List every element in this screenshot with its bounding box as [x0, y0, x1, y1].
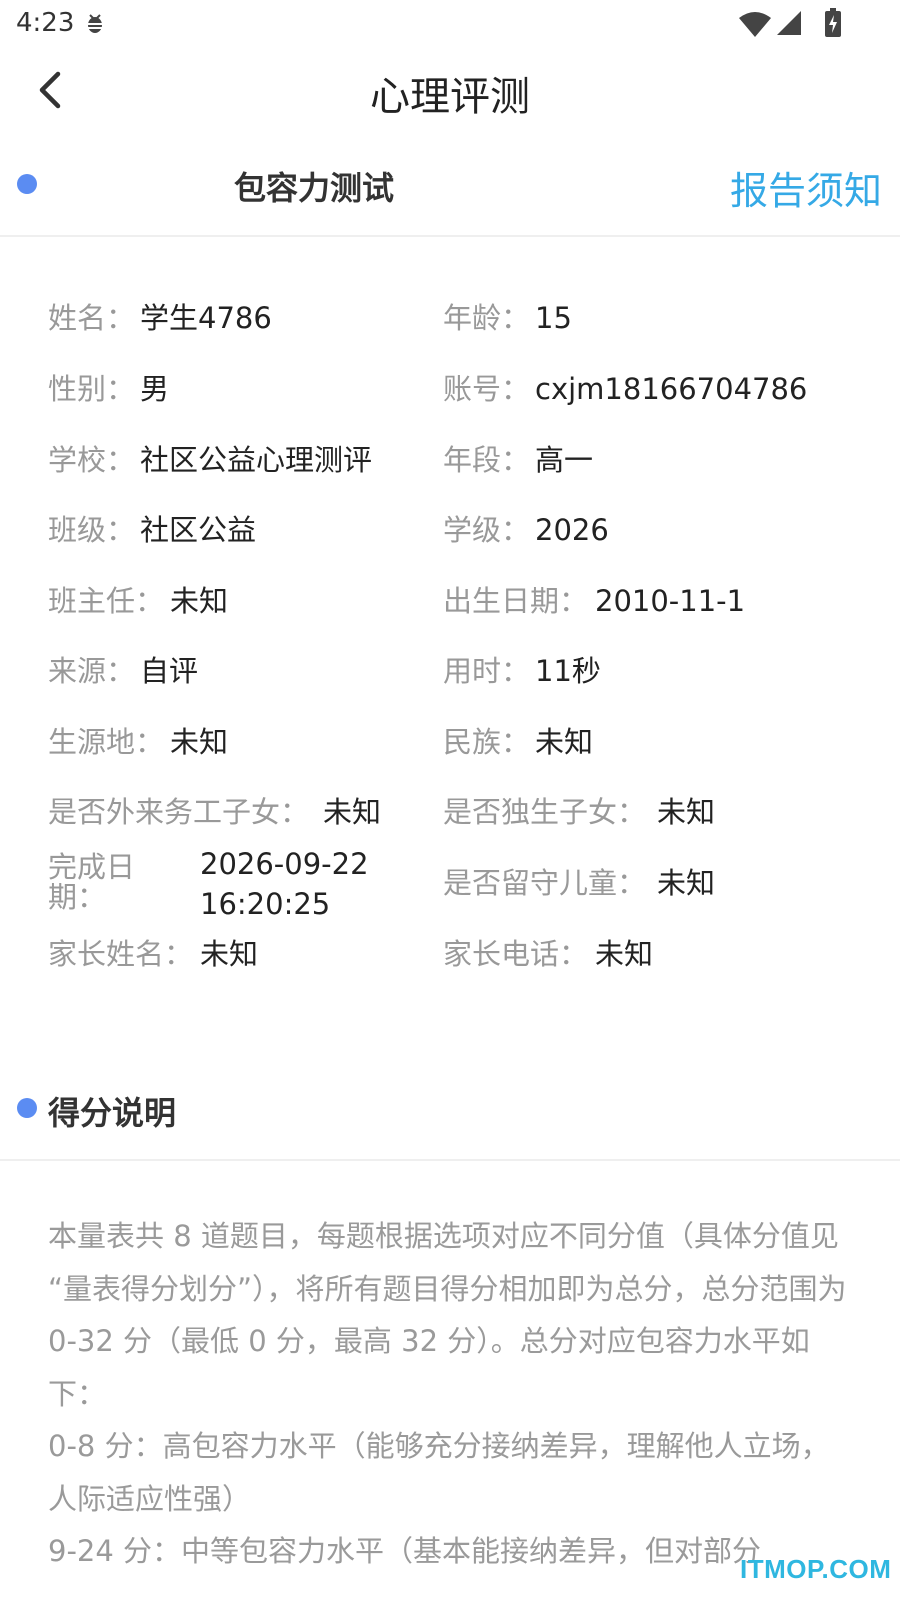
info-value: 未知 [323, 795, 382, 829]
info-label: 是否外来务工子女： [48, 795, 310, 829]
info-value: 自评 [140, 654, 199, 688]
page-title: 心理评测 [370, 74, 530, 120]
score-paragraph: 0-8 分：高包容力水平（能够充分接纳差异，理解他人立场，人际适应性强） [48, 1429, 830, 1516]
wifi-icon [739, 12, 771, 37]
info-label: 生源地： [48, 725, 165, 759]
info-value: 2010-11-1 [595, 584, 746, 618]
divider [0, 235, 900, 237]
signal-icon [777, 11, 801, 35]
test-name: 包容力测试 [234, 169, 395, 207]
info-value: 社区公益 [140, 513, 257, 547]
section-dot [17, 174, 37, 194]
battery-icon [825, 8, 841, 37]
info-value: 未知 [170, 584, 229, 618]
bug-icon [88, 14, 102, 33]
watermark: ITMOP.COM [740, 1554, 892, 1584]
info-value: 15 [535, 301, 572, 335]
info-value: 高一 [535, 443, 594, 477]
info-label: 是否独生子女： [443, 795, 647, 829]
section-dot [17, 1098, 37, 1118]
info-value: 未知 [170, 725, 229, 759]
info-value: 2026 [535, 513, 609, 547]
info-label: 是否留守儿童： [443, 866, 647, 900]
info-label: 学校： [48, 443, 136, 477]
score-paragraph: 本量表共 8 道题目，每题根据选项对应不同分值（具体分值见 “量表得分划分”），… [48, 1219, 847, 1411]
info-label: 学级： [443, 513, 531, 547]
score-explanation-text: 本量表共 8 道题目，每题根据选项对应不同分值（具体分值见 “量表得分划分”），… [48, 1210, 858, 1578]
info-value: 学生4786 [140, 301, 272, 335]
info-label: 来源： [48, 654, 136, 688]
info-label: 年龄： [443, 301, 531, 335]
title-bar: 心理评测 [0, 48, 900, 136]
info-value: 未知 [657, 795, 716, 829]
report-notice-link[interactable]: 报告须知 [730, 160, 882, 215]
info-label: 年段： [443, 443, 531, 477]
info-label: 用时： [443, 654, 531, 688]
info-label: 账号： [443, 372, 531, 406]
score-section-title: 得分说明 [48, 1094, 177, 1132]
info-label: 出生日期： [443, 584, 589, 618]
info-label: 家长姓名： [48, 937, 194, 971]
divider [0, 1159, 900, 1161]
info-value: 社区公益心理测评 [140, 443, 373, 477]
info-value: 男 [140, 372, 170, 406]
info-value: 未知 [535, 725, 594, 759]
info-value: 未知 [595, 937, 654, 971]
status-time: 4:23 [16, 8, 75, 38]
info-label: 民族： [443, 725, 531, 759]
info-value: 未知 [657, 866, 716, 900]
status-bar: 4:23 [0, 0, 900, 48]
score-paragraph: 9-24 分：中等包容力水平（基本能接纳差异，但对部分 [48, 1534, 762, 1568]
info-value: 2026-09-22 16:20:25 [200, 847, 369, 921]
info-label: 家长电话： [443, 937, 589, 971]
info-value: cxjm18166704786 [535, 372, 808, 406]
info-label: 性别： [48, 372, 136, 406]
info-value: 未知 [200, 937, 259, 971]
info-label: 完成日期： [48, 850, 136, 914]
info-label: 班级： [48, 513, 136, 547]
info-label: 姓名： [48, 301, 136, 335]
info-item-completion-date: 完成日期： 2026-09-22 16:20:25 [48, 847, 378, 930]
info-label: 班主任： [48, 584, 165, 618]
info-value: 11秒 [535, 654, 601, 688]
